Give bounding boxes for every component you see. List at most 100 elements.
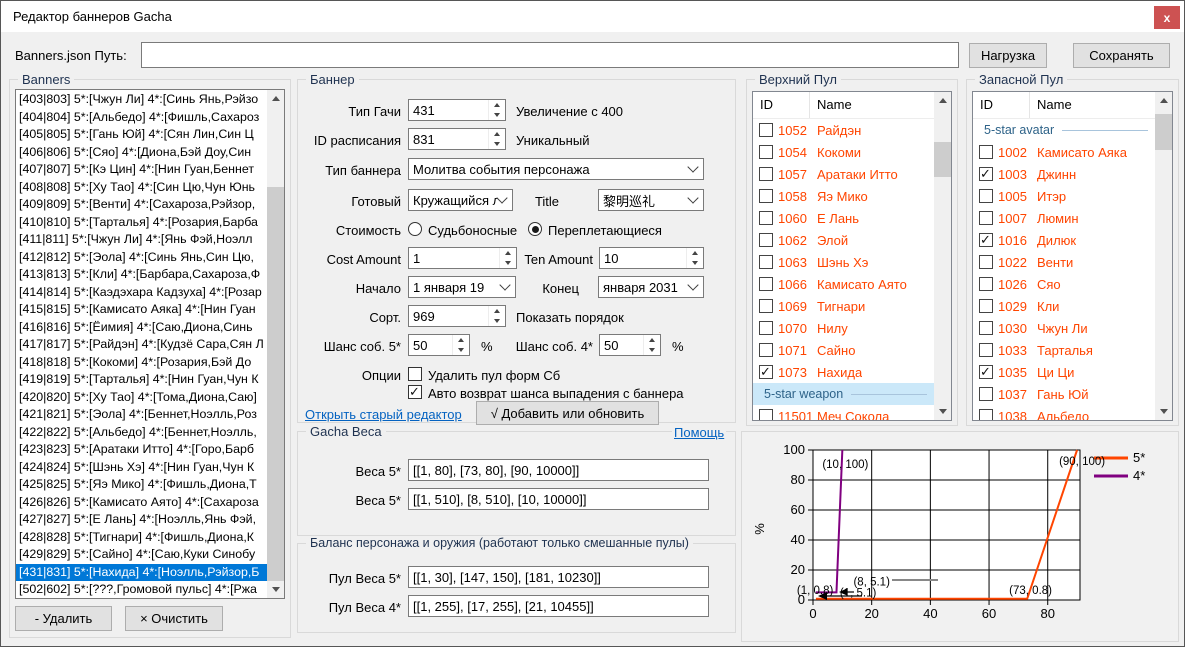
banner-list-item[interactable]: [422|822] 5*:[Альбедо] 4*:[Беннет,Ноэлль… bbox=[16, 424, 267, 442]
banner-list-item[interactable]: [428|828] 5*:[Тигнари] 4*:[Фишль,Диона,К bbox=[16, 529, 267, 547]
banner-list-item[interactable]: [415|815] 5*:[Камисато Аяка] 4*:[Нин Гуа… bbox=[16, 301, 267, 319]
banner-list-item[interactable]: [416|816] 5*:[Ёимия] 4*:[Саю,Диона,Синь bbox=[16, 319, 267, 337]
pool-item-checkbox[interactable] bbox=[759, 343, 773, 357]
pool-item-checkbox[interactable] bbox=[979, 299, 993, 313]
load-button[interactable]: Нагрузка bbox=[969, 43, 1047, 68]
pool-row[interactable]: 1054Кокоми bbox=[753, 141, 934, 163]
column-id[interactable]: ID bbox=[753, 92, 810, 118]
banner-list-item[interactable]: [412|812] 5*:[Эола] 4*:[Синь Янь,Син Цю, bbox=[16, 249, 267, 267]
spin-down-icon[interactable] bbox=[644, 345, 660, 355]
column-id[interactable]: ID bbox=[973, 92, 1030, 118]
help-link[interactable]: Помощь bbox=[672, 425, 726, 440]
banner-list-item[interactable]: [408|808] 5*:[Ху Тао] 4*:[Син Цю,Чун Юнь bbox=[16, 179, 267, 197]
pool-row[interactable]: 1003Джинн bbox=[973, 163, 1155, 185]
pool-item-checkbox[interactable] bbox=[759, 299, 773, 313]
pool-row[interactable]: 1038Альбедо bbox=[973, 405, 1155, 420]
spin-down-icon[interactable] bbox=[489, 139, 505, 149]
pool-item-checkbox[interactable] bbox=[979, 365, 993, 379]
banner-list-item[interactable]: [418|818] 5*:[Кокоми] 4*:[Розария,Бэй До bbox=[16, 354, 267, 372]
spin-down-icon[interactable] bbox=[453, 345, 469, 355]
scroll-down-icon[interactable] bbox=[1155, 403, 1172, 420]
banner-list-item[interactable]: [406|806] 5*:[Сяо] 4*:[Диона,Бэй Доу,Син bbox=[16, 144, 267, 162]
pool-item-checkbox[interactable] bbox=[759, 277, 773, 291]
pool-row[interactable]: 1060Е Лань bbox=[753, 207, 934, 229]
save-button[interactable]: Сохранять bbox=[1073, 43, 1170, 68]
cost-amount-input[interactable] bbox=[409, 248, 499, 268]
scroll-up-icon[interactable] bbox=[934, 92, 951, 109]
end-date-select[interactable]: января 2031 bbox=[598, 276, 704, 298]
delete-banner-button[interactable]: - Удалить bbox=[15, 606, 112, 631]
pool-row[interactable]: 1022Венти bbox=[973, 251, 1155, 273]
gacha-type-stepper[interactable] bbox=[408, 99, 506, 121]
sort-input[interactable] bbox=[409, 306, 488, 326]
sort-stepper[interactable] bbox=[408, 305, 506, 327]
pool-section-header[interactable]: 5-star weapon bbox=[753, 383, 934, 405]
pool-item-checkbox[interactable] bbox=[759, 211, 773, 225]
pool-item-checkbox[interactable] bbox=[979, 277, 993, 291]
pool-item-checkbox[interactable] bbox=[759, 123, 773, 137]
pool-item-checkbox[interactable] bbox=[979, 255, 993, 269]
pool-row[interactable]: 1066Камисато Аято bbox=[753, 273, 934, 295]
banner-list-item[interactable]: [413|813] 5*:[Кли] 4*:[Барбара,Сахароза,… bbox=[16, 266, 267, 284]
banner-list-item[interactable]: [427|827] 5*:[Е Лань] 4*:[Ноэлль,Янь Фэй… bbox=[16, 511, 267, 529]
pool-row[interactable]: 1063Шэнь Хэ bbox=[753, 251, 934, 273]
ten-amount-stepper[interactable] bbox=[599, 247, 704, 269]
prefab-select[interactable]: Кружащийся л bbox=[408, 189, 513, 211]
banner-list-item[interactable]: [423|823] 5*:[Аратаки Итто] 4*:[Горо,Бар… bbox=[16, 441, 267, 459]
banner-list-item[interactable]: [410|810] 5*:[Тарталья] 4*:[Розария,Барб… bbox=[16, 214, 267, 232]
banner-list-item[interactable]: [403|803] 5*:[Чжун Ли] 4*:[Синь Янь,Рэйз… bbox=[16, 91, 267, 109]
upper-pool-scrollbar[interactable] bbox=[934, 92, 951, 420]
banner-list-item[interactable]: [425|825] 5*:[Яэ Мико] 4*:[Фишль,Диона,Т bbox=[16, 476, 267, 494]
banner-list-item[interactable]: [429|829] 5*:[Сайно] 4*:[Саю,Куки Синобу bbox=[16, 546, 267, 564]
pool-item-checkbox[interactable] bbox=[979, 387, 993, 401]
pool-section-header[interactable]: 5-star avatar bbox=[973, 119, 1155, 141]
spin-up-icon[interactable] bbox=[453, 335, 469, 345]
pool-item-checkbox[interactable] bbox=[759, 189, 773, 203]
column-name[interactable]: Name bbox=[810, 92, 852, 118]
pool-item-checkbox[interactable] bbox=[979, 189, 993, 203]
scrollbar-thumb[interactable] bbox=[267, 187, 284, 585]
pool-row[interactable]: 1052Райдэн bbox=[753, 119, 934, 141]
banner-list-item[interactable]: [426|826] 5*:[Камисато Аято] 4*:[Сахароз… bbox=[16, 494, 267, 512]
pool-row[interactable]: 1026Сяо bbox=[973, 273, 1155, 295]
cost-radio-intertwined[interactable] bbox=[528, 222, 542, 236]
pool-row[interactable]: 1030Чжун Ли bbox=[973, 317, 1155, 339]
add-update-button[interactable]: √ Добавить или обновить bbox=[476, 401, 659, 425]
pool-row[interactable]: 1073Нахида bbox=[753, 361, 934, 383]
chance5-stepper[interactable] bbox=[408, 334, 470, 356]
weights5-input[interactable] bbox=[408, 459, 709, 481]
pool-item-checkbox[interactable] bbox=[759, 409, 773, 420]
banner-list-item[interactable]: [421|821] 5*:[Эола] 4*:[Беннет,Ноэлль,Ро… bbox=[16, 406, 267, 424]
scrollbar-thumb[interactable] bbox=[1155, 114, 1172, 150]
pool-item-checkbox[interactable] bbox=[759, 145, 773, 159]
reserve-pool-scrollbar[interactable] bbox=[1155, 92, 1172, 420]
pool-row[interactable]: 1071Сайно bbox=[753, 339, 934, 361]
pool-row[interactable]: 1007Люмин bbox=[973, 207, 1155, 229]
spin-up-icon[interactable] bbox=[489, 129, 505, 139]
close-button[interactable]: x bbox=[1154, 6, 1180, 29]
pool-row[interactable]: 1037Гань Юй bbox=[973, 383, 1155, 405]
pool-row[interactable]: 1029Кли bbox=[973, 295, 1155, 317]
banner-list-item[interactable]: [431|831] 5*:[Нахида] 4*:[Ноэлль,Рэйзор,… bbox=[16, 564, 267, 582]
schedule-id-stepper[interactable] bbox=[408, 128, 506, 150]
pool-item-checkbox[interactable] bbox=[979, 211, 993, 225]
banner-type-select[interactable]: Молитва события персонажа bbox=[408, 158, 704, 180]
ten-amount-input[interactable] bbox=[600, 248, 686, 268]
pool-row[interactable]: 11501Меч Сокола bbox=[753, 405, 934, 420]
auto-return-checkbox[interactable] bbox=[408, 385, 422, 399]
pool-item-checkbox[interactable] bbox=[759, 255, 773, 269]
pool-row[interactable]: 1062Элой bbox=[753, 229, 934, 251]
old-editor-link[interactable]: Открыть старый редактор bbox=[303, 407, 464, 422]
pool-item-checkbox[interactable] bbox=[979, 409, 993, 420]
pool-item-checkbox[interactable] bbox=[979, 167, 993, 181]
scrollbar-thumb[interactable] bbox=[934, 142, 951, 177]
banner-list-item[interactable]: [405|805] 5*:[Гань Юй] 4*:[Сян Лин,Син Ц bbox=[16, 126, 267, 144]
spin-up-icon[interactable] bbox=[489, 100, 505, 110]
pool-row[interactable]: 1016Дилюк bbox=[973, 229, 1155, 251]
banner-list-item[interactable]: [411|811] 5*:[Чжун Ли] 4*:[Янь Фэй,Ноэлл bbox=[16, 231, 267, 249]
spin-up-icon[interactable] bbox=[687, 248, 703, 258]
spin-down-icon[interactable] bbox=[687, 258, 703, 268]
pool-row[interactable]: 1035Ци Ци bbox=[973, 361, 1155, 383]
weights4-input[interactable] bbox=[408, 488, 709, 510]
banner-list-item[interactable]: [502|602] 5*:[???,Громовой пульс] 4*:[Рж… bbox=[16, 581, 267, 597]
